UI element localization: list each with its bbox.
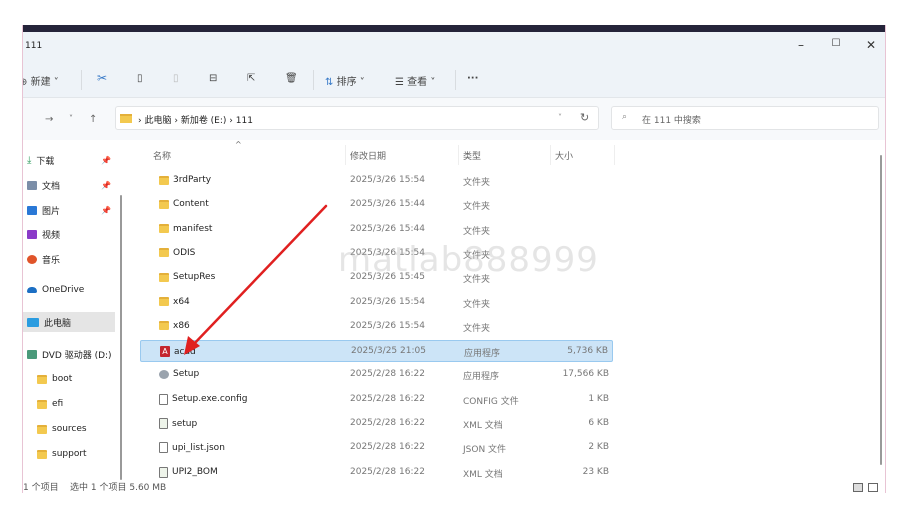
annotation-arrow — [184, 204, 328, 355]
